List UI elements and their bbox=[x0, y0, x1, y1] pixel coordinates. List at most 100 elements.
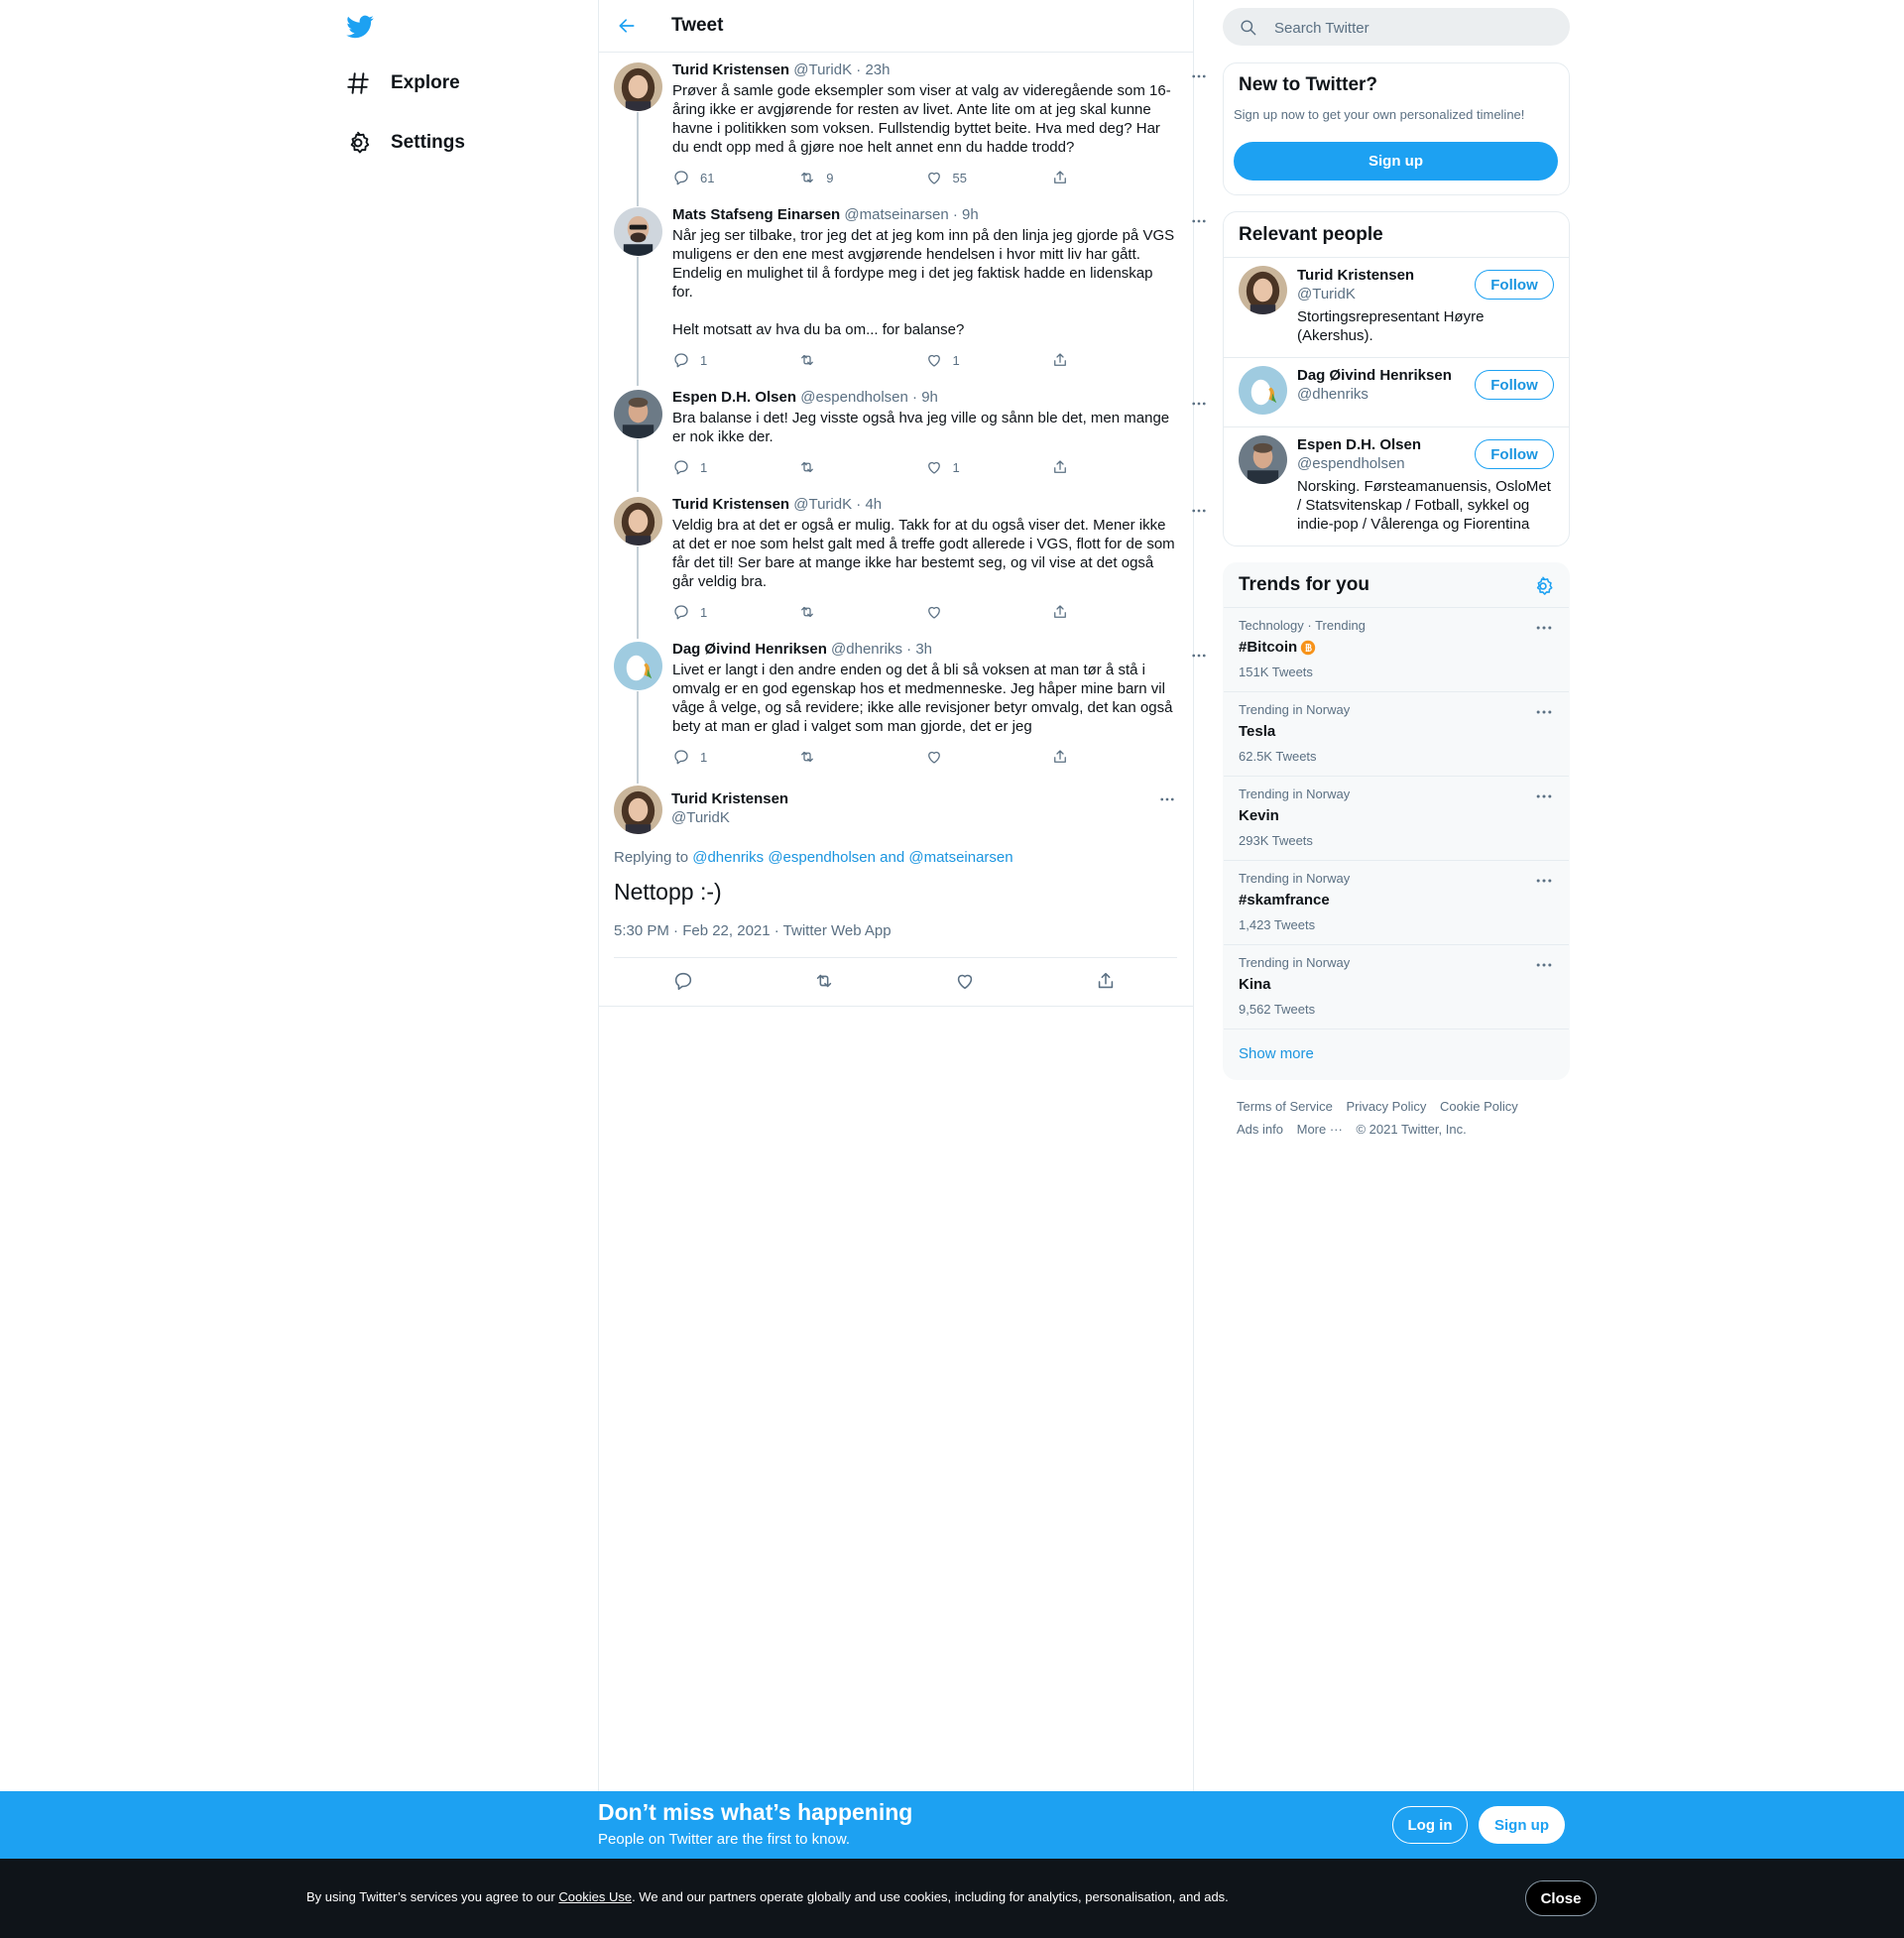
retweet-button[interactable] bbox=[798, 458, 924, 476]
more-options-button[interactable] bbox=[1534, 787, 1554, 806]
retweet-button[interactable] bbox=[798, 748, 924, 766]
reply-button[interactable]: 1 bbox=[672, 748, 798, 766]
search-input[interactable] bbox=[1272, 8, 1554, 48]
avatar[interactable] bbox=[614, 62, 662, 111]
reply-count: 1 bbox=[700, 459, 708, 475]
tweet-time[interactable]: 23h bbox=[865, 61, 890, 78]
like-button[interactable] bbox=[954, 970, 978, 994]
trend-item[interactable]: Technology · Trending #Bitcoin 151K Twee… bbox=[1224, 607, 1569, 691]
avatar[interactable] bbox=[1239, 435, 1287, 484]
copyright: © 2021 Twitter, Inc. bbox=[1356, 1122, 1467, 1137]
tweet-timestamp[interactable]: 5:30 PM · Feb 22, 2021 · Twitter Web App bbox=[614, 922, 892, 939]
signup-button[interactable]: Sign up bbox=[1234, 142, 1558, 181]
trends-settings-button[interactable] bbox=[1532, 575, 1554, 597]
follow-button[interactable]: Follow bbox=[1475, 370, 1554, 400]
focused-author[interactable]: Turid Kristensen @TuridK bbox=[671, 789, 788, 827]
author-name[interactable]: Espen D.H. Olsen bbox=[672, 389, 796, 406]
tweet-time[interactable]: 9h bbox=[921, 389, 938, 406]
reply-button[interactable]: 1 bbox=[672, 603, 798, 621]
more-options-button[interactable] bbox=[1157, 789, 1177, 809]
reply-button[interactable] bbox=[672, 970, 696, 994]
more-options-button[interactable] bbox=[1534, 618, 1554, 638]
avatar[interactable] bbox=[1239, 266, 1287, 314]
twitter-logo-icon[interactable] bbox=[345, 12, 375, 42]
avatar[interactable] bbox=[614, 786, 662, 834]
tweet-actions: 1 1 bbox=[672, 349, 1177, 371]
footer-link[interactable]: Cookie Policy bbox=[1440, 1099, 1518, 1114]
tweet-time[interactable]: 9h bbox=[962, 206, 979, 223]
more-options-button[interactable] bbox=[1189, 394, 1209, 414]
like-button[interactable] bbox=[925, 748, 1051, 766]
share-button[interactable] bbox=[1051, 603, 1177, 621]
more-options-button[interactable] bbox=[1189, 211, 1209, 231]
signup-button[interactable]: Sign up bbox=[1479, 1806, 1565, 1844]
retweet-button[interactable]: 9 bbox=[798, 169, 924, 186]
share-button[interactable] bbox=[1051, 351, 1177, 369]
reply-button[interactable]: 61 bbox=[672, 169, 798, 186]
retweet-button[interactable] bbox=[798, 351, 924, 369]
footer-link[interactable]: Ads info bbox=[1237, 1122, 1283, 1137]
share-button[interactable] bbox=[1095, 970, 1119, 994]
more-options-button[interactable] bbox=[1189, 66, 1209, 86]
show-more-link[interactable]: Show more bbox=[1239, 1045, 1314, 1062]
author-name[interactable]: Turid Kristensen bbox=[672, 496, 789, 513]
tweet-time[interactable]: 3h bbox=[915, 641, 932, 658]
search-box[interactable] bbox=[1223, 8, 1570, 48]
nav-settings[interactable]: Settings bbox=[345, 121, 465, 165]
more-options-button[interactable] bbox=[1534, 955, 1554, 975]
footer-link[interactable]: More ··· bbox=[1297, 1122, 1343, 1137]
follow-button[interactable]: Follow bbox=[1475, 439, 1554, 469]
thread-line bbox=[637, 112, 639, 206]
avatar[interactable] bbox=[614, 207, 662, 256]
person-item[interactable]: Turid Kristensen @TuridK Stortingsrepres… bbox=[1224, 257, 1569, 358]
share-button[interactable] bbox=[1051, 169, 1177, 186]
trend-item[interactable]: Trending in Norway Kevin 293K Tweets bbox=[1224, 776, 1569, 860]
trend-item[interactable]: Trending in Norway #skamfrance 1,423 Twe… bbox=[1224, 860, 1569, 944]
author-name[interactable]: Dag Øivind Henriksen bbox=[672, 641, 827, 658]
footer-link[interactable]: Terms of Service bbox=[1237, 1099, 1333, 1114]
trend-item[interactable]: Trending in Norway Tesla 62.5K Tweets bbox=[1224, 691, 1569, 776]
follow-button[interactable]: Follow bbox=[1475, 270, 1554, 300]
arrow-left-icon bbox=[619, 19, 635, 33]
tweet-actions: 61 9 55 bbox=[672, 167, 1177, 188]
thread-tweet[interactable]: Dag Øivind Henriksen @dhenriks · 3h Live… bbox=[599, 640, 1193, 784]
thread-tweet[interactable]: Espen D.H. Olsen @espendholsen · 9h Bra … bbox=[599, 388, 1193, 492]
nav-explore[interactable]: Explore bbox=[345, 61, 460, 105]
mention-link[interactable]: @dhenriks bbox=[692, 849, 764, 866]
avatar[interactable] bbox=[614, 390, 662, 438]
person-item[interactable]: Dag Øivind Henriksen @dhenriks Follow bbox=[1224, 357, 1569, 427]
author-name[interactable]: Turid Kristensen bbox=[672, 61, 789, 78]
share-button[interactable] bbox=[1051, 458, 1177, 476]
back-button[interactable] bbox=[613, 12, 641, 40]
reply-button[interactable]: 1 bbox=[672, 351, 798, 369]
more-options-button[interactable] bbox=[1534, 702, 1554, 722]
avatar[interactable] bbox=[614, 642, 662, 690]
thread-tweet[interactable]: Turid Kristensen @TuridK · 4h Veldig bra… bbox=[599, 495, 1193, 639]
cookies-use-link[interactable]: Cookies Use bbox=[558, 1889, 632, 1904]
more-options-button[interactable] bbox=[1189, 646, 1209, 666]
like-button[interactable] bbox=[925, 603, 1051, 621]
like-button[interactable]: 1 bbox=[925, 458, 1051, 476]
mention-link[interactable]: @matseinarsen bbox=[908, 849, 1012, 866]
person-item[interactable]: Espen D.H. Olsen @espendholsen Norsking.… bbox=[1224, 426, 1569, 545]
more-options-button[interactable] bbox=[1189, 501, 1209, 521]
retweet-button[interactable] bbox=[798, 603, 924, 621]
like-button[interactable]: 55 bbox=[925, 169, 1051, 186]
reply-button[interactable]: 1 bbox=[672, 458, 798, 476]
tweet-time[interactable]: 4h bbox=[865, 496, 882, 513]
thread-tweet[interactable]: Turid Kristensen @TuridK · 23h Prøver å … bbox=[599, 61, 1193, 206]
mention-link[interactable]: @espendholsen bbox=[768, 849, 876, 866]
more-options-button[interactable] bbox=[1534, 871, 1554, 891]
share-button[interactable] bbox=[1051, 748, 1177, 766]
login-button[interactable]: Log in bbox=[1392, 1806, 1468, 1844]
trend-item[interactable]: Trending in Norway Kina 9,562 Tweets bbox=[1224, 944, 1569, 1029]
close-button[interactable]: Close bbox=[1525, 1880, 1597, 1916]
retweet-button[interactable] bbox=[813, 970, 837, 994]
like-button[interactable]: 1 bbox=[925, 351, 1051, 369]
avatar[interactable] bbox=[614, 497, 662, 545]
thread-tweet[interactable]: Mats Stafseng Einarsen @matseinarsen · 9… bbox=[599, 205, 1193, 386]
author-name[interactable]: Mats Stafseng Einarsen bbox=[672, 206, 840, 223]
footer-link[interactable]: Privacy Policy bbox=[1346, 1099, 1426, 1114]
avatar[interactable] bbox=[1239, 366, 1287, 415]
tweet-actions: 1 bbox=[672, 746, 1177, 768]
